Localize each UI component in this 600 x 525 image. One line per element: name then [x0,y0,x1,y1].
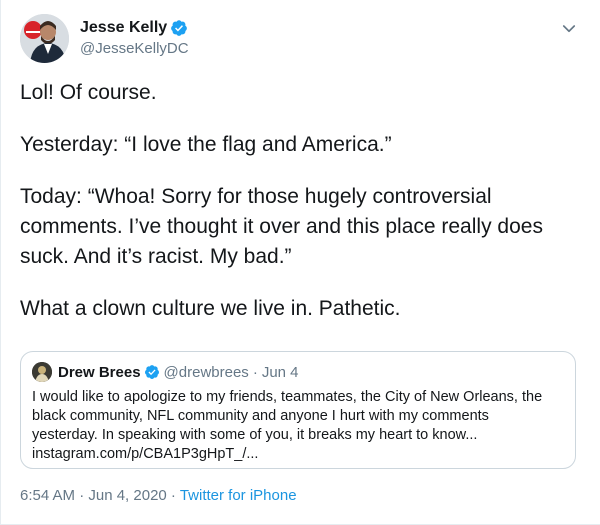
tweet-header: Jesse Kelly @JesseKellyDC [20,14,586,64]
tweet-source-link[interactable]: Twitter for iPhone [180,487,297,504]
quoted-text-line: I would like to apologize to my friends,… [32,389,543,405]
quoted-text-line: instagram.com/p/CBA1P3gHpT_/... [32,446,259,462]
chevron-down-icon[interactable] [560,20,578,38]
tweet-paragraph: Today: “Whoa! Sorry for those hugely con… [20,185,543,268]
author-handle[interactable]: @JesseKellyDC [80,40,189,57]
author-names: Jesse Kelly @JesseKellyDC [80,18,189,57]
tweet-timestamp[interactable]: 6:54 AM · Jun 4, 2020 [20,487,167,504]
verified-badge-icon [171,20,188,36]
quoted-tweet-text: I would like to apologize to my friends,… [32,388,566,464]
quoted-tweet-header: Drew Brees @drewbrees · Jun 4 [32,361,299,383]
tweet-metadata: 6:54 AM · Jun 4, 2020 · Twitter for iPho… [20,487,297,504]
quoted-tweet-date[interactable]: Jun 4 [262,364,299,381]
meta-separator: · [166,487,180,504]
quoted-tweet[interactable]: Drew Brees @drewbrees · Jun 4 I would li… [20,351,576,469]
quoted-author-handle[interactable]: @drewbrees [164,364,249,381]
tweet-paragraph: Lol! Of course. [20,81,157,104]
tweet-paragraph: What a clown culture we live in. Patheti… [20,297,401,320]
quoted-text-line: yesterday. In speaking with some of you,… [32,427,478,443]
dot-separator: · [252,363,258,381]
verified-badge-icon [144,365,159,379]
author-display-name[interactable]: Jesse Kelly [80,19,167,37]
author-avatar[interactable] [20,14,69,63]
tweet-text: Lol! Of course. Yesterday: “I love the f… [20,78,580,346]
tweet-card: Jesse Kelly @JesseKellyDC Lol! Of course… [0,0,600,525]
quoted-author-display-name[interactable]: Drew Brees [58,364,141,381]
quoted-text-line: black community, NFL community and anyon… [32,408,489,424]
quoted-avatar-image [32,362,52,382]
quoted-author-avatar[interactable] [32,362,52,382]
tweet-paragraph: Yesterday: “I love the flag and America.… [20,133,392,156]
author-avatar-image [20,14,69,63]
